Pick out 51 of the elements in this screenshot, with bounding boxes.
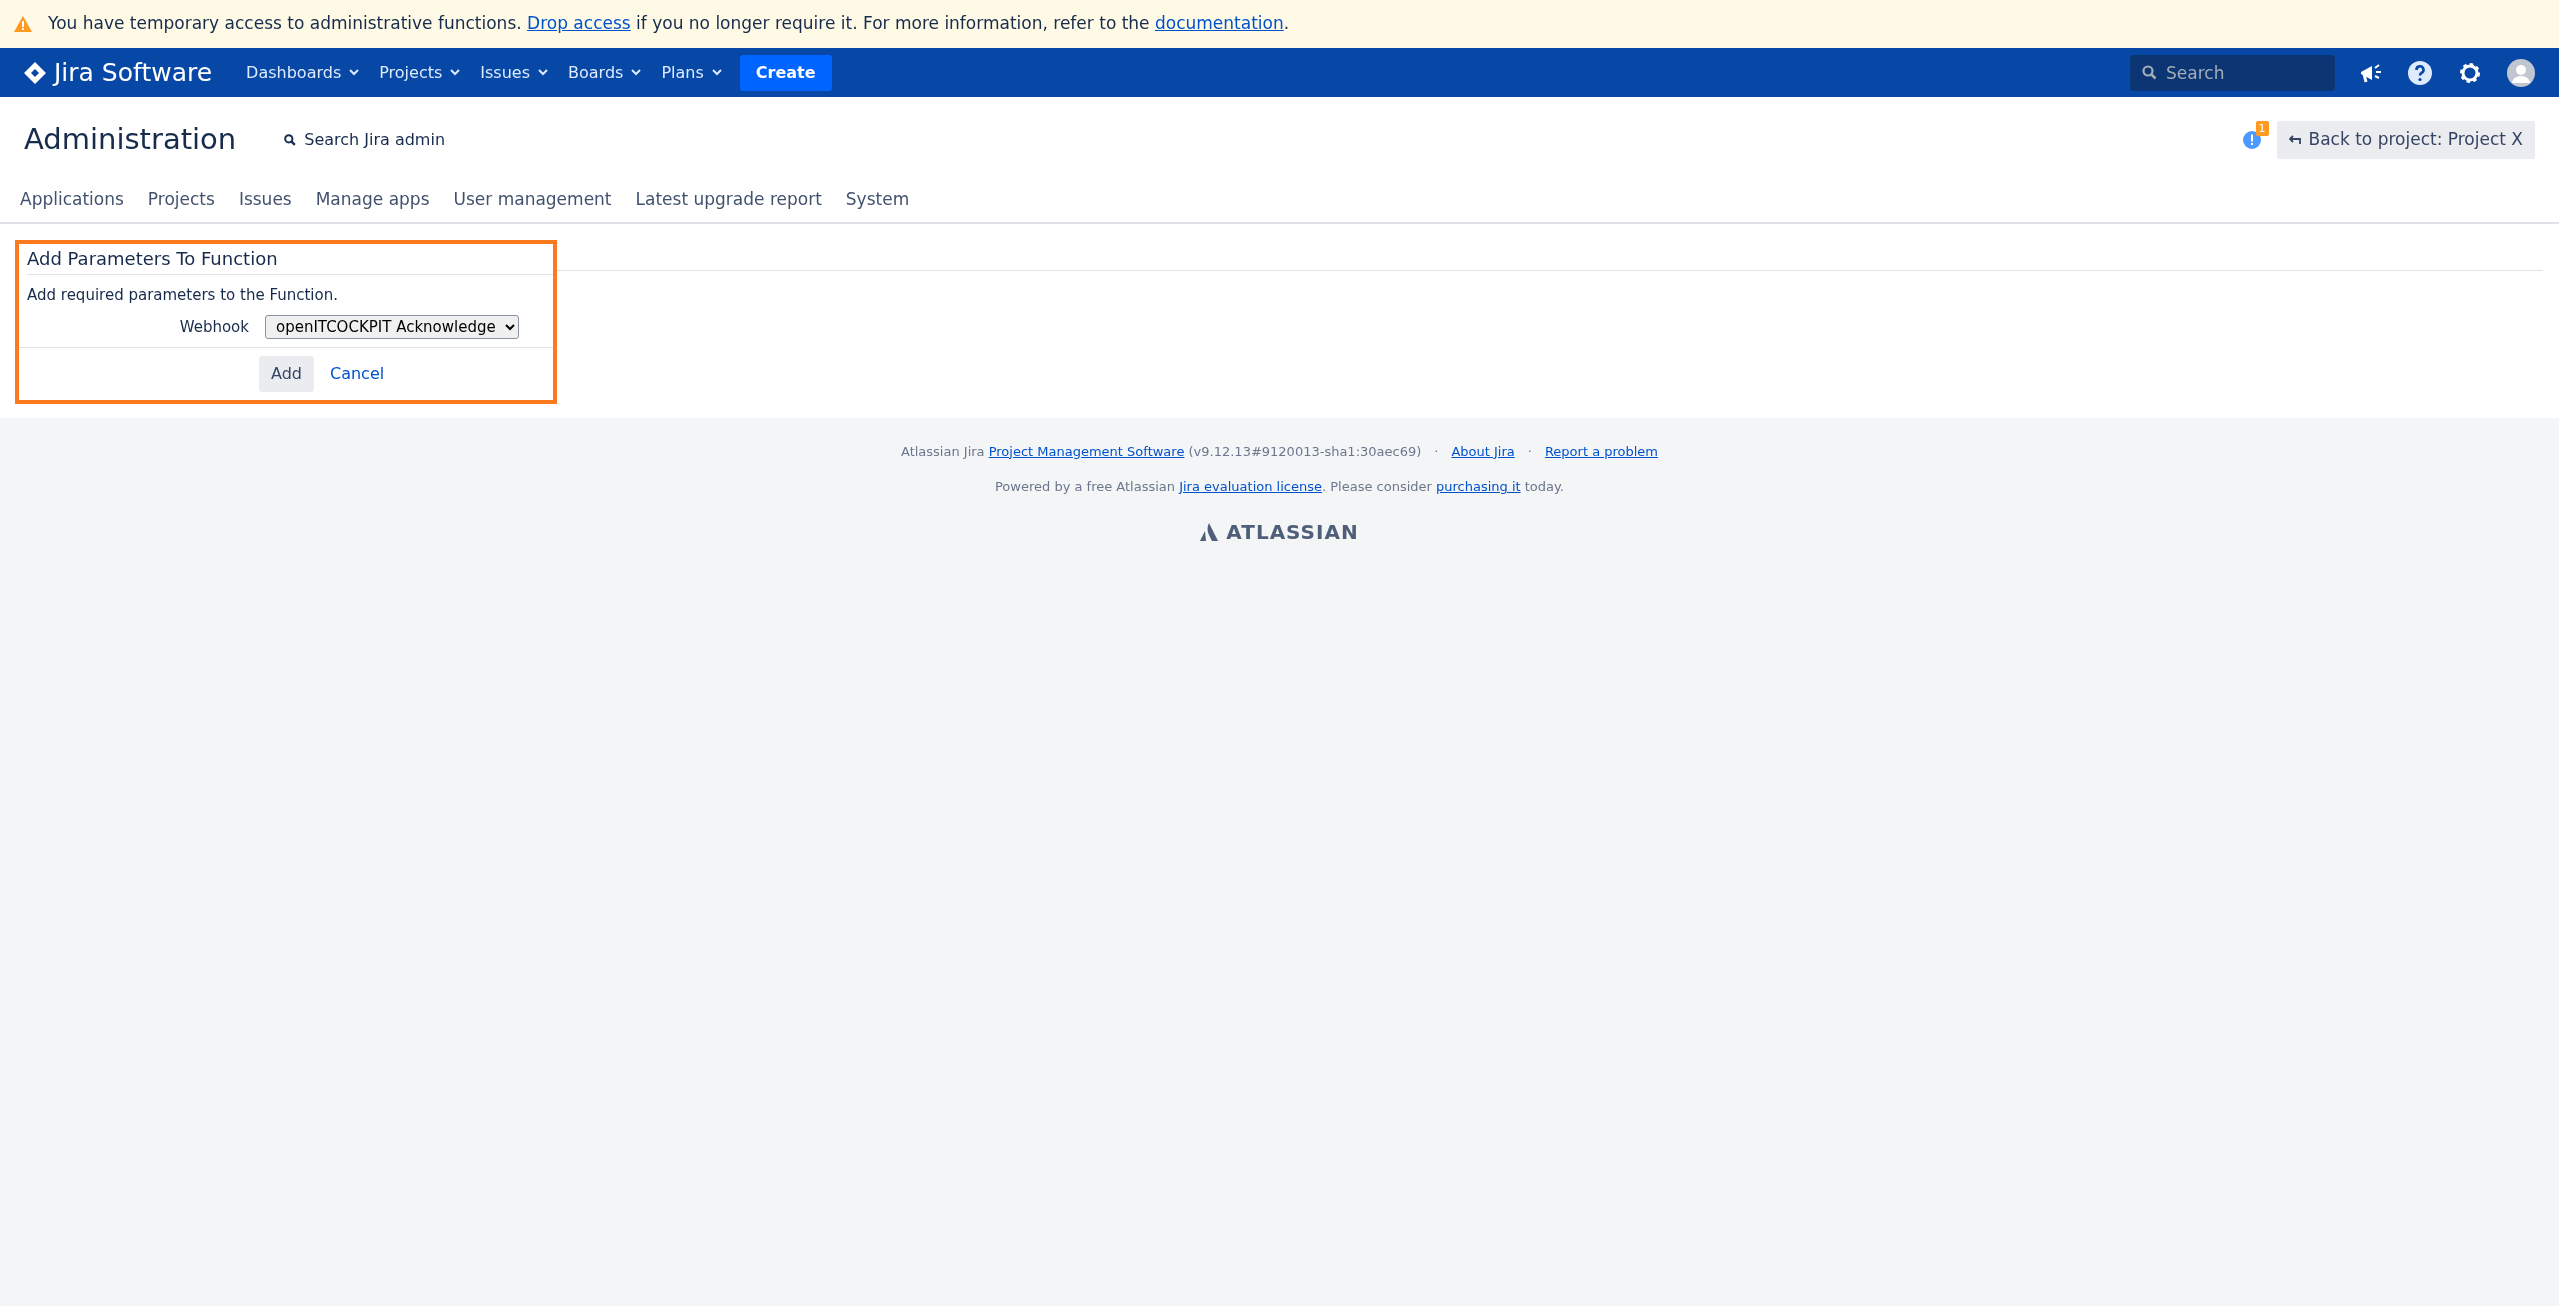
chevron-down-icon — [711, 69, 722, 76]
nav-tab[interactable]: User management — [441, 182, 624, 222]
nav-menu[interactable]: Issues — [470, 54, 558, 91]
nav-tab[interactable]: Latest upgrade report — [623, 182, 834, 222]
megaphone-icon[interactable] — [2359, 61, 2383, 84]
search-icon — [284, 133, 297, 146]
form-description: Add required parameters to the Function. — [27, 285, 338, 304]
chevron-down-icon — [450, 69, 461, 76]
nav-menu[interactable]: Plans — [651, 54, 732, 91]
count-badge: 1 — [2255, 120, 2269, 136]
return-arrow-icon — [2288, 134, 2301, 145]
footer-text: Powered by a free Atlassian Jira evaluation license. Please consider purchasing it today. — [995, 478, 1564, 497]
link[interactable]: documentation — [1155, 13, 1284, 34]
nav-tab[interactable]: Applications — [8, 182, 136, 222]
search-field[interactable]: Search — [2130, 54, 2335, 91]
nav-tab[interactable]: Issues — [226, 182, 304, 222]
webhook-dropdown[interactable]: openITCOCKPIT Acknowledge — [265, 314, 519, 339]
link[interactable]: Report a problem — [1544, 443, 1659, 459]
search-icon — [2142, 65, 2157, 80]
nav-menu[interactable]: Boards — [558, 54, 652, 91]
admin-search-link[interactable]: Search Jira admin — [284, 127, 446, 152]
chevron-down-icon — [631, 69, 642, 76]
nav-tab[interactable]: System — [833, 182, 922, 222]
create-button[interactable]: Create — [739, 54, 832, 91]
link[interactable]: Drop access — [527, 13, 631, 34]
warning-icon — [14, 16, 32, 32]
diamond-logo-icon — [24, 61, 46, 84]
footer-text: Atlassian Jira Project Management Software (v9.12.13#9120013-sha1:30aec69) · About Jira · Report a problem — [900, 442, 1659, 461]
help-icon[interactable] — [2407, 59, 2433, 86]
chevron-down-icon — [349, 69, 360, 76]
atlassian-logo-icon — [1200, 522, 1219, 541]
nav-tab[interactable]: Projects — [135, 182, 227, 222]
form-title: Add Parameters To Function — [27, 248, 279, 271]
cancel-link[interactable]: Cancel — [330, 361, 385, 386]
link[interactable]: purchasing it — [1436, 479, 1521, 495]
link[interactable]: Project Management Software — [988, 443, 1185, 459]
notification-icon[interactable] — [2242, 130, 2261, 149]
back-button[interactable]: Back to project: Project X — [2276, 121, 2535, 159]
product-logo-text[interactable]: Jira Software — [54, 53, 213, 92]
nav-menu[interactable]: Projects — [369, 54, 471, 91]
nav-menu[interactable]: Dashboards — [236, 54, 370, 91]
link[interactable]: Jira evaluation license — [1179, 479, 1322, 495]
link[interactable]: About Jira — [1451, 443, 1515, 459]
page-title: Administration — [24, 122, 237, 158]
add-button[interactable]: Add — [259, 355, 314, 392]
chevron-down-icon — [538, 69, 548, 76]
access-notice: You have temporary access to administrative functions. Drop access if you no longer require it. For more information, refer to the documentation. — [48, 12, 1290, 36]
nav-tab[interactable]: Manage apps — [303, 182, 442, 222]
brand-wordmark: ATLASSIAN — [1226, 518, 1359, 546]
field-label: Webhook — [179, 317, 249, 336]
avatar-icon[interactable] — [2507, 58, 2535, 87]
